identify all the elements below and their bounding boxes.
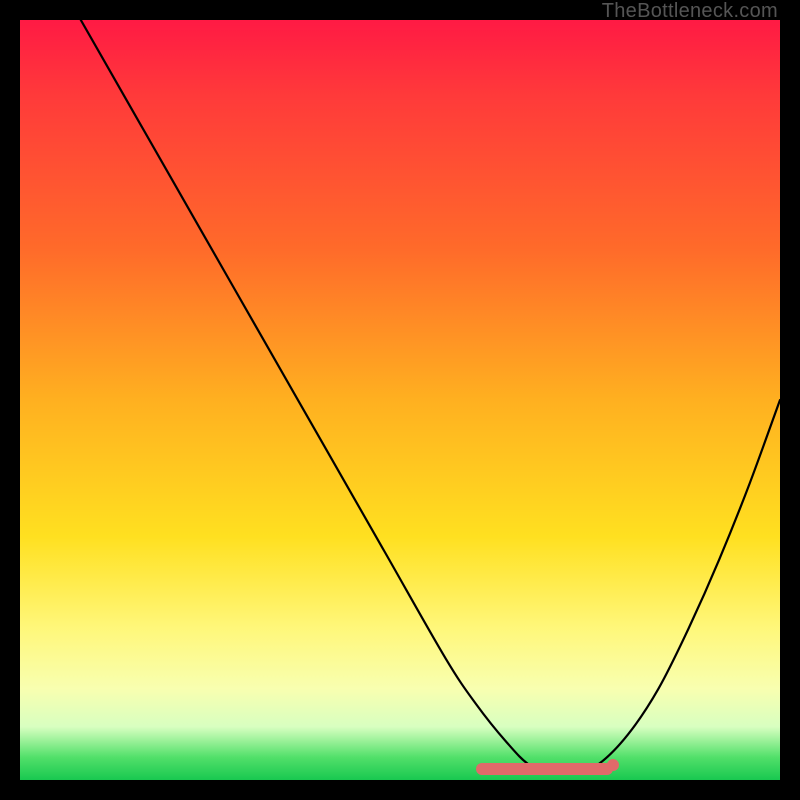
optimum-band-marker [476, 763, 613, 775]
curve-path [20, 20, 780, 773]
plot-area [20, 20, 780, 780]
optimum-dot-marker [607, 759, 619, 771]
bottleneck-curve [20, 20, 780, 780]
chart-frame: TheBottleneck.com [0, 0, 800, 800]
